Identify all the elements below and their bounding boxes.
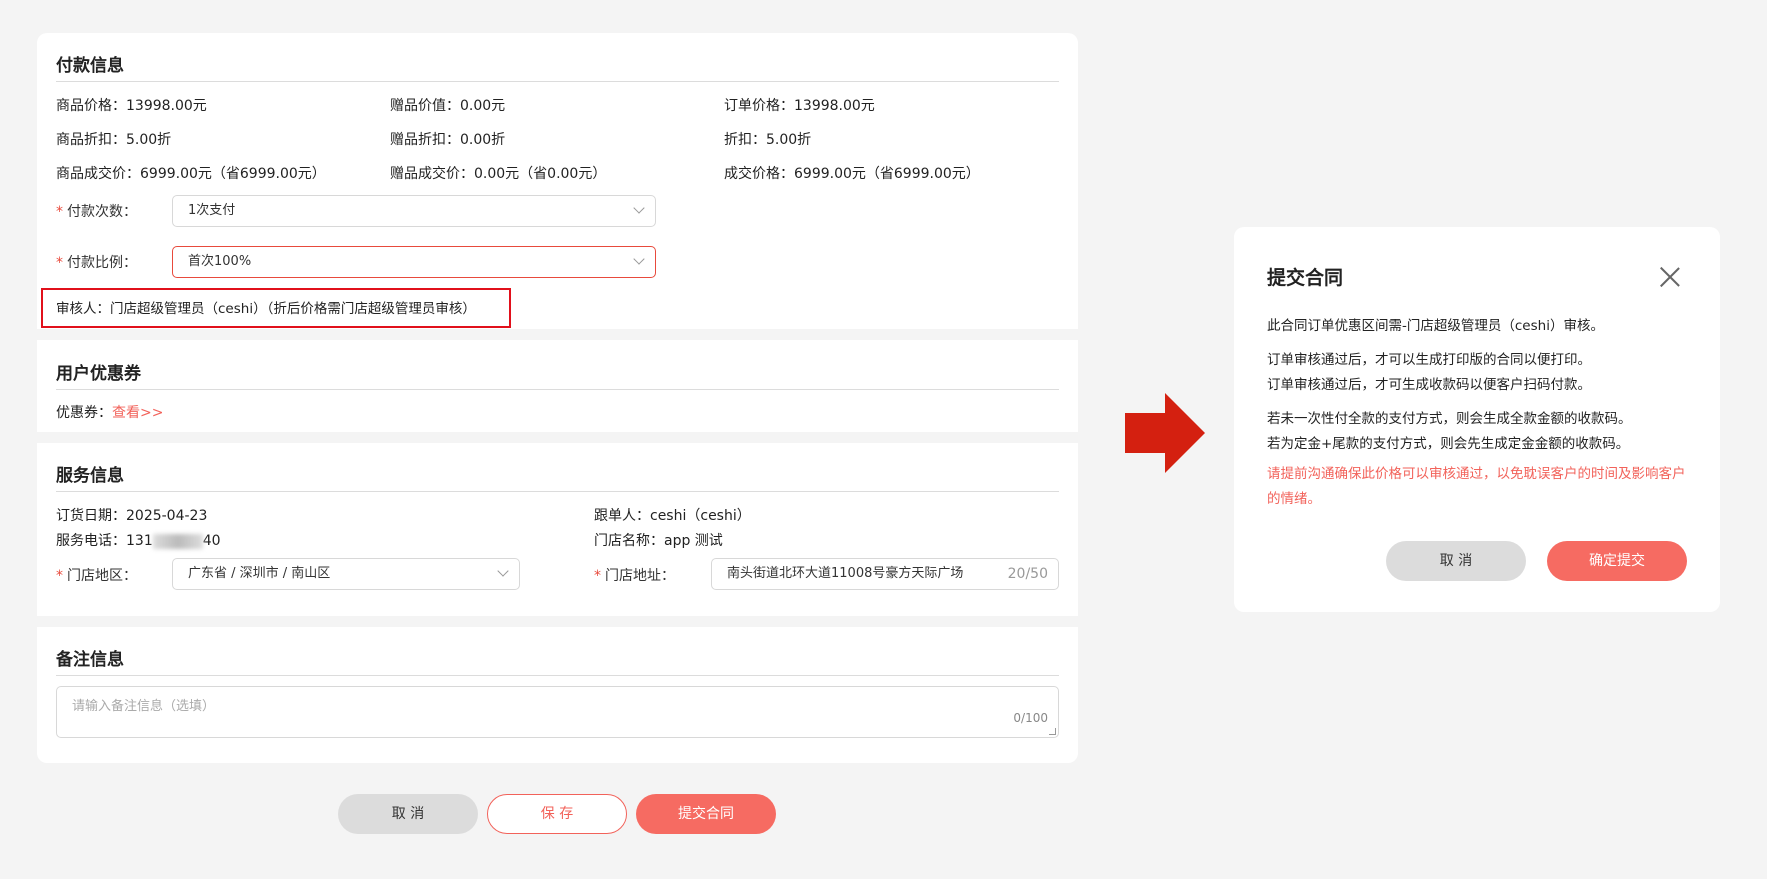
cancel-button[interactable]: 取 消 [338, 794, 478, 834]
close-icon[interactable] [1660, 267, 1680, 287]
service-card: 服务信息 订货日期：2025-04-23 跟单人：ceshi（ceshi） 服务… [37, 443, 1078, 616]
section-title-payment: 付款信息 [56, 56, 124, 76]
discount: 折扣：5.00折 [724, 132, 812, 148]
gift-value: 赠品价值：0.00元 [390, 98, 506, 114]
dialog-cancel-button[interactable]: 取 消 [1386, 541, 1526, 581]
coupon-label: 优惠券： [56, 405, 112, 421]
chevron-down-icon [497, 565, 509, 577]
remark-count: 0/100 [1013, 711, 1048, 725]
divider [56, 389, 1059, 390]
order-price: 订单价格：13998.00元 [724, 98, 875, 114]
region-label: * 门店地区： [56, 568, 137, 584]
submit-contract-dialog: 提交合同 此合同订单优惠区间需-门店超级管理员（ceshi）审核。 订单审核通过… [1234, 227, 1720, 612]
dialog-line-2: 订单审核通过后，才可以生成打印版的合同以便打印。 [1267, 352, 1591, 368]
submit-contract-button[interactable]: 提交合同 [636, 794, 776, 834]
pay-ratio-select[interactable]: 首次100% [172, 246, 656, 278]
address-count: 20/50 [1007, 566, 1048, 582]
payment-card: 付款信息 商品价格：13998.00元 赠品价值：0.00元 订单价格：1399… [37, 33, 1078, 329]
dialog-line-1: 此合同订单优惠区间需-门店超级管理员（ceshi）审核。 [1267, 318, 1604, 334]
dialog-line-4: 若未一次性付全款的支付方式，则会生成全款金额的收款码。 [1267, 411, 1632, 427]
pay-times-label: * 付款次数： [56, 204, 137, 220]
divider [56, 491, 1059, 492]
region-select[interactable]: 广东省 / 深圳市 / 南山区 [172, 558, 520, 590]
gift-deal-price: 赠品成交价：0.00元（省0.00元） [390, 166, 607, 182]
service-phone: 服务电话：131 40 [56, 533, 221, 549]
gift-discount: 赠品折扣：0.00折 [390, 132, 506, 148]
remark-card: 备注信息 请输入备注信息（选填） 0/100 [37, 627, 1078, 763]
section-title-service: 服务信息 [56, 466, 124, 486]
pay-ratio-label: * 付款比例： [56, 255, 137, 271]
deal-price: 成交价格：6999.00元（省6999.00元） [724, 166, 980, 182]
dialog-line-3: 订单审核通过后，才可生成收款码以便客户扫码付款。 [1267, 377, 1591, 393]
order-date: 订货日期：2025-04-23 [56, 508, 208, 524]
coupon-card: 用户优惠券 优惠券：查看>> [37, 340, 1078, 432]
follower: 跟单人：ceshi（ceshi） [594, 508, 751, 524]
pay-ratio-value: 首次100% [188, 254, 252, 269]
coupon-view-link[interactable]: 查看>> [112, 405, 163, 421]
reviewer-text: 审核人：门店超级管理员（ceshi）（折后价格需门店超级管理员审核） [56, 301, 476, 317]
remark-textarea[interactable]: 请输入备注信息（选填） 0/100 [56, 686, 1059, 738]
address-value: 南头街道北环大道11008号豪方天际广场 [727, 566, 964, 581]
product-discount: 商品折扣：5.00折 [56, 132, 172, 148]
right-arrow-icon [1125, 393, 1205, 473]
dialog-warning: 请提前沟通确保此价格可以审核通过，以免耽误客户的时间及影响客户的情绪。 [1267, 466, 1686, 507]
pay-times-value: 1次支付 [188, 203, 236, 218]
section-title-remark: 备注信息 [56, 650, 124, 670]
section-title-coupon: 用户优惠券 [56, 364, 141, 384]
product-deal-price: 商品成交价：6999.00元（省6999.00元） [56, 166, 326, 182]
coupon-row: 优惠券：查看>> [56, 402, 163, 422]
chevron-down-icon [633, 202, 645, 214]
chevron-down-icon [633, 253, 645, 265]
dialog-confirm-button[interactable]: 确定提交 [1547, 541, 1687, 581]
divider [56, 675, 1059, 676]
store-name: 门店名称：app 测试 [594, 533, 723, 549]
dialog-title: 提交合同 [1267, 267, 1344, 289]
remark-placeholder: 请输入备注信息（选填） [72, 699, 216, 714]
region-value: 广东省 / 深圳市 / 南山区 [188, 566, 331, 581]
divider [56, 81, 1059, 82]
address-input[interactable]: 南头街道北环大道11008号豪方天际广场 20/50 [711, 558, 1059, 590]
save-button[interactable]: 保 存 [487, 794, 627, 834]
dialog-line-5: 若为定金+尾款的支付方式，则会先生成定金金额的收款码。 [1267, 436, 1630, 452]
redacted-phone [152, 533, 203, 549]
address-label: * 门店地址： [594, 568, 675, 584]
pay-times-select[interactable]: 1次支付 [172, 195, 656, 227]
resize-grip-icon[interactable] [1049, 728, 1056, 735]
product-price: 商品价格：13998.00元 [56, 98, 207, 114]
